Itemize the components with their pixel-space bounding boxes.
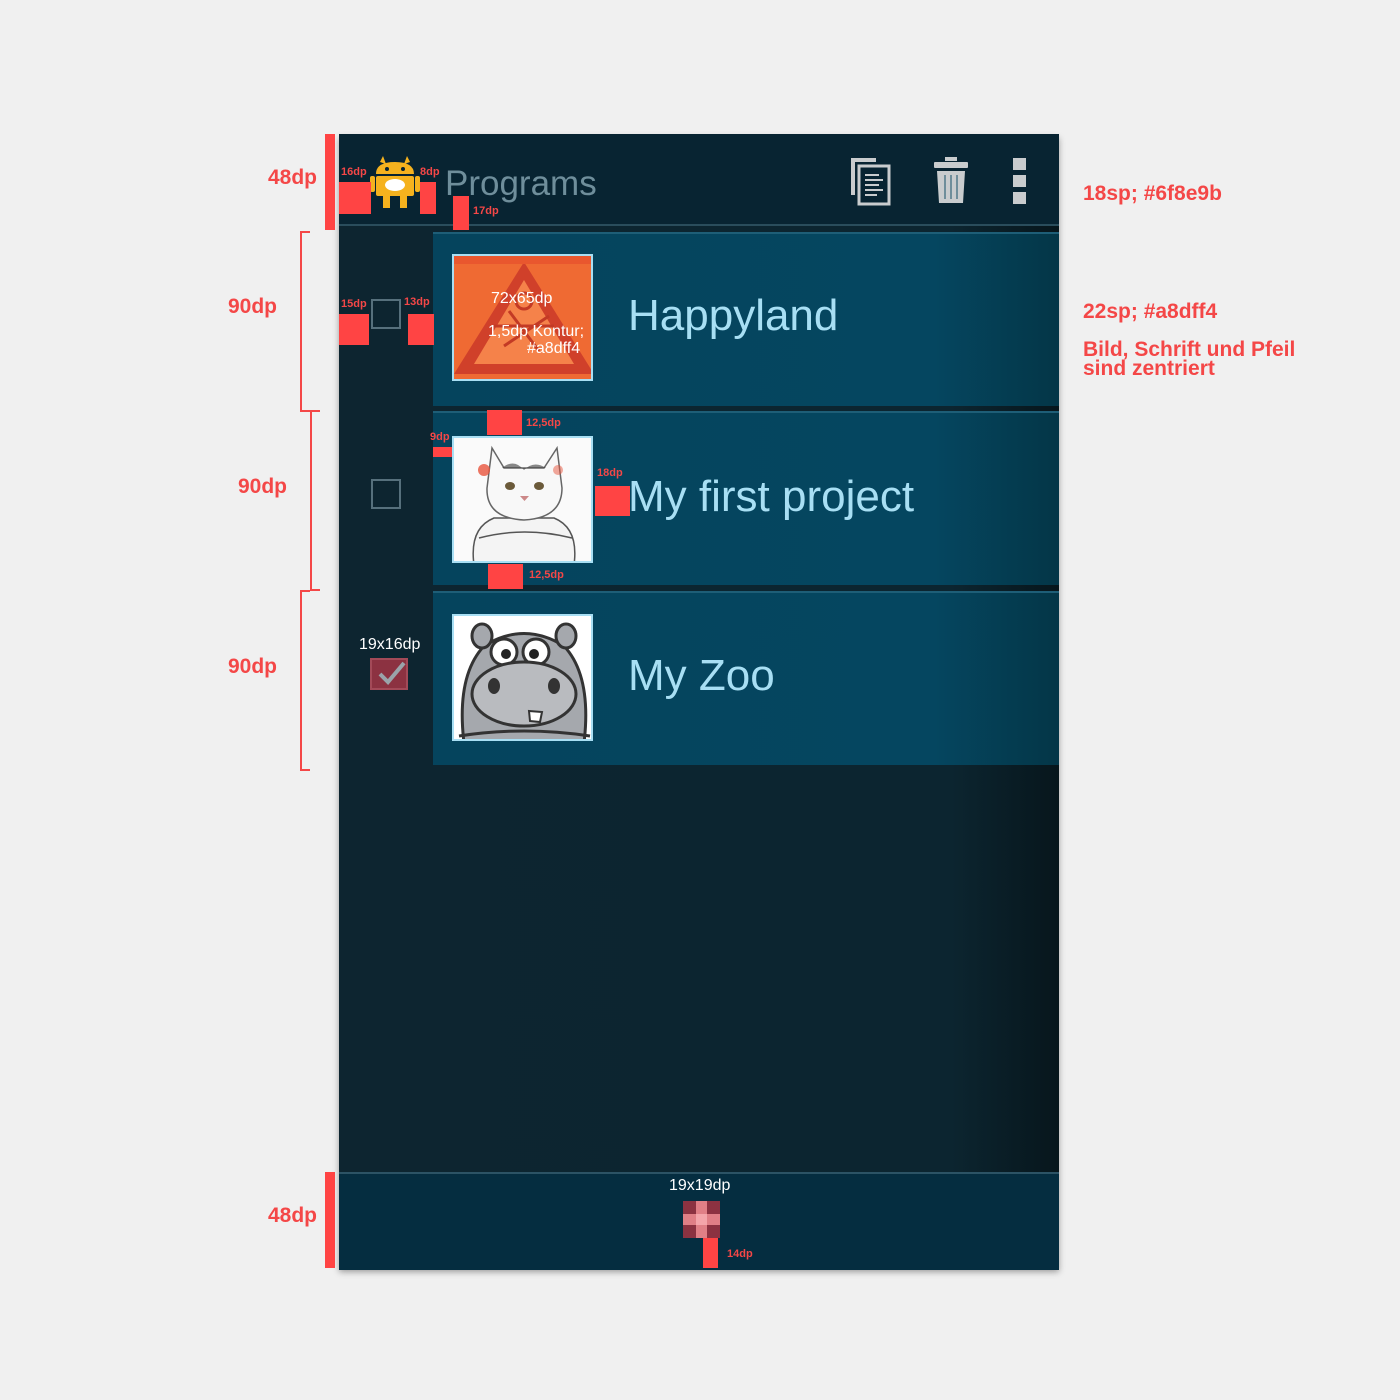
spec-title-style: 18sp; #6f8e9b <box>1083 182 1222 205</box>
spec-checkbox-right: 13dp <box>404 296 430 308</box>
spec-actionbar-height: 48dp <box>268 166 318 189</box>
spec-thumb-left: 9dp <box>430 431 450 443</box>
spec-checkbox-left: 15dp <box>341 298 367 310</box>
program-name: My first project <box>628 472 915 521</box>
spec-row-height: 90dp <box>238 475 288 498</box>
program-name: My Zoo <box>628 651 775 700</box>
overflow-menu-icon[interactable] <box>1013 158 1027 204</box>
spec-checkbox-size: 19x16dp <box>359 636 421 653</box>
spec-thumb-border: 1,5dp Kontur; <box>488 323 585 340</box>
program-name: Happyland <box>628 291 839 340</box>
spec-marker <box>339 314 369 345</box>
spec-marker <box>595 486 630 516</box>
checkbox-checked[interactable] <box>370 658 408 690</box>
spec-row-height: 90dp <box>228 655 278 678</box>
spec-marker <box>420 182 436 214</box>
spec-icon-left: 16dp <box>341 166 367 178</box>
checkbox[interactable] <box>371 299 401 329</box>
hippo-image <box>452 614 593 741</box>
spec-plus-bottom: 14dp <box>727 1248 753 1260</box>
spec-row-height: 90dp <box>228 295 278 318</box>
spec-marker <box>339 182 371 214</box>
spec-marker <box>453 196 469 230</box>
orange-sign-image <box>452 254 593 381</box>
spec-thumb-top: 12,5dp <box>526 417 561 429</box>
spec-thumb-right: 18dp <box>597 467 623 479</box>
spec-thumb-border-color: #a8dff4 <box>527 340 581 357</box>
spec-marker <box>487 410 522 435</box>
spec-thumb-size: 72x65dp <box>491 290 553 307</box>
spec-bottombar-height: 48dp <box>268 1204 318 1227</box>
spec-centered-note: sind zentriert <box>1083 357 1215 380</box>
spec-bracket <box>310 410 320 591</box>
cat-image <box>452 436 593 563</box>
checkbox[interactable] <box>371 479 401 509</box>
spec-bracket <box>300 590 310 771</box>
spec-bar <box>325 134 335 230</box>
spec-marker <box>433 447 452 457</box>
spec-marker <box>488 564 523 589</box>
spec-thumb-bottom: 12,5dp <box>529 569 564 581</box>
android-app-icon[interactable] <box>370 152 420 210</box>
spec-marker <box>408 314 434 345</box>
spec-marker <box>703 1238 718 1268</box>
spec-bar <box>325 1172 335 1268</box>
spec-bracket <box>300 231 310 412</box>
spec-icon-right: 8dp <box>420 166 440 178</box>
trash-icon[interactable] <box>932 157 970 205</box>
spec-plus-size: 19x19dp <box>669 1177 731 1194</box>
copy-icon[interactable] <box>848 155 892 207</box>
spec-title-bottom: 17dp <box>473 205 499 217</box>
plus-icon[interactable] <box>683 1201 720 1238</box>
spec-label-style: 22sp; #a8dff4 <box>1083 300 1218 323</box>
